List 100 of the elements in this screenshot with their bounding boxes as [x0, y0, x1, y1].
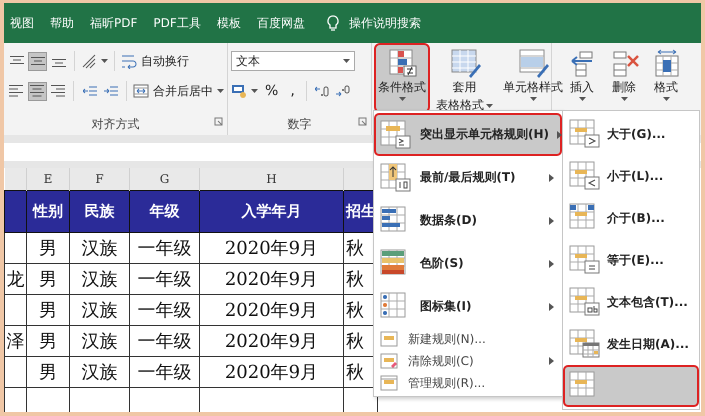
table-cell: 2020年9月	[224, 362, 318, 382]
column-header[interactable]: H	[266, 172, 277, 186]
table-format-icon	[448, 48, 480, 78]
ribbon-tab[interactable]: 模板	[216, 14, 241, 32]
caret-icon	[216, 89, 224, 93]
caret-icon	[486, 104, 493, 108]
table-cell: 一年级	[138, 330, 192, 352]
merge-cells-icon	[132, 83, 149, 99]
menu-item[interactable]: 数据条(D)	[374, 199, 562, 242]
ribbon-tab[interactable]: PDF工具	[153, 14, 201, 32]
table-cell: 秋	[346, 238, 364, 258]
rule-icon	[569, 119, 601, 149]
table-cell: 秋	[346, 362, 364, 382]
cell-style-icon	[517, 48, 549, 78]
caret-icon	[251, 89, 258, 93]
rule-icon	[569, 245, 601, 275]
merge-center-button[interactable]: 合并后居中	[132, 82, 224, 100]
currency-button[interactable]	[231, 83, 258, 99]
menu-item[interactable]: 大于(G)...	[563, 113, 699, 155]
number-format-dropdown[interactable]: 文本	[231, 51, 355, 71]
align-icon	[30, 85, 44, 97]
decrease-decimal-icon	[336, 85, 350, 97]
table-cell: 汉族	[82, 300, 118, 320]
vertical-align-button[interactable]	[28, 52, 47, 70]
wrap-text-button[interactable]: 自动换行	[121, 52, 189, 70]
menu-item[interactable]: 色阶(S)	[374, 242, 562, 285]
dialog-launcher-icon	[358, 117, 367, 126]
column-header[interactable]: F	[95, 172, 104, 186]
table-cell: 秋	[346, 300, 364, 320]
table-cell: 2020年9月	[224, 268, 318, 290]
menu-item[interactable]: 新建规则(N)...	[374, 328, 562, 350]
table-cell: 2020年9月	[224, 300, 318, 320]
menu-item[interactable]: 突出显示单元格规则(H)	[374, 113, 562, 156]
comma-button[interactable]: ,	[285, 83, 300, 99]
currency-icon	[231, 83, 247, 99]
table-cell: 汉族	[82, 268, 118, 290]
align-icon	[50, 85, 65, 97]
menu-item[interactable]: 清除规则(C)	[374, 350, 562, 372]
rule-icon	[380, 120, 412, 150]
ribbon-button[interactable]: 套用 表格格式	[432, 43, 497, 113]
caret-icon	[662, 97, 670, 101]
ribbon-tab[interactable]: 百度网盘	[256, 14, 305, 32]
table-cell: 汉族	[82, 362, 118, 382]
align-icon	[30, 57, 44, 65]
table-cell: 秋	[346, 268, 364, 290]
rule-icon	[380, 162, 412, 192]
align-icon	[10, 56, 24, 64]
rule-icon	[569, 329, 601, 359]
table-cell: 泽	[6, 330, 24, 352]
ribbon-button[interactable]: 条件格式	[374, 43, 430, 113]
table-cell: 汉族	[82, 330, 118, 352]
rule-icon	[569, 161, 601, 191]
caret-icon	[398, 97, 406, 101]
menu-item[interactable]: 文本包含(T)...	[563, 281, 699, 323]
header-cell: 年级	[150, 202, 180, 220]
orientation-icon	[81, 53, 97, 69]
table-cell: 男	[39, 330, 57, 352]
caret-icon	[343, 59, 350, 63]
table-cell: 男	[39, 362, 57, 382]
table-cell: 男	[39, 300, 57, 320]
caret-icon	[101, 59, 108, 63]
column-header[interactable]: E	[44, 172, 52, 186]
menu-item[interactable]: 等于(E)...	[563, 239, 699, 281]
align-icon	[52, 58, 66, 66]
percent-button[interactable]: %	[260, 83, 284, 99]
ribbon-tab[interactable]: 视图	[10, 14, 34, 32]
table-cell: 2020年9月	[224, 238, 318, 258]
table-cell: 2020年9月	[224, 330, 318, 352]
horizontal-align-button[interactable]	[28, 82, 47, 100]
orientation-button[interactable]	[81, 53, 108, 69]
caret-icon	[620, 97, 628, 101]
rule-icon	[569, 287, 601, 317]
table-cell: 一年级	[138, 268, 192, 290]
menu-item[interactable]: 管理规则(R)...	[374, 372, 562, 394]
lightbulb-icon	[324, 15, 341, 31]
menu-item[interactable]: 小于(L)...	[563, 155, 699, 197]
group-label: 数字	[288, 116, 312, 132]
table-cell: 一年级	[138, 238, 192, 258]
header-cell: 性别	[33, 202, 63, 220]
tell-me-search[interactable]: 操作说明搜索	[348, 14, 421, 32]
group-label: 对齐方式	[92, 116, 140, 132]
ribbon-tab[interactable]: 帮助	[50, 14, 74, 32]
menu-item[interactable]: 最前/最后规则(T)	[374, 156, 562, 199]
align-icon	[9, 85, 24, 97]
table-cell: 汉族	[82, 238, 118, 258]
menu-item[interactable]	[563, 365, 699, 407]
increase-decimal-icon	[315, 85, 330, 97]
column-header[interactable]: G	[160, 172, 170, 186]
menu-item[interactable]: 图标集(I)	[374, 285, 562, 328]
caret-icon	[578, 97, 586, 101]
dialog-launcher-icon	[214, 117, 223, 126]
ribbon-button[interactable]: 格式	[646, 43, 686, 113]
table-cell: 一年级	[138, 300, 192, 320]
header-cell: 民族	[84, 202, 114, 220]
menu-item[interactable]: 介于(B)...	[563, 197, 699, 239]
menu-item[interactable]: 发生日期(A)...	[563, 323, 699, 365]
ribbon-tab[interactable]: 福昕PDF	[90, 14, 138, 32]
wrap-text-icon	[121, 53, 137, 69]
table-cell: 男	[39, 238, 57, 258]
ribbon-button[interactable]: 删除	[604, 43, 644, 113]
